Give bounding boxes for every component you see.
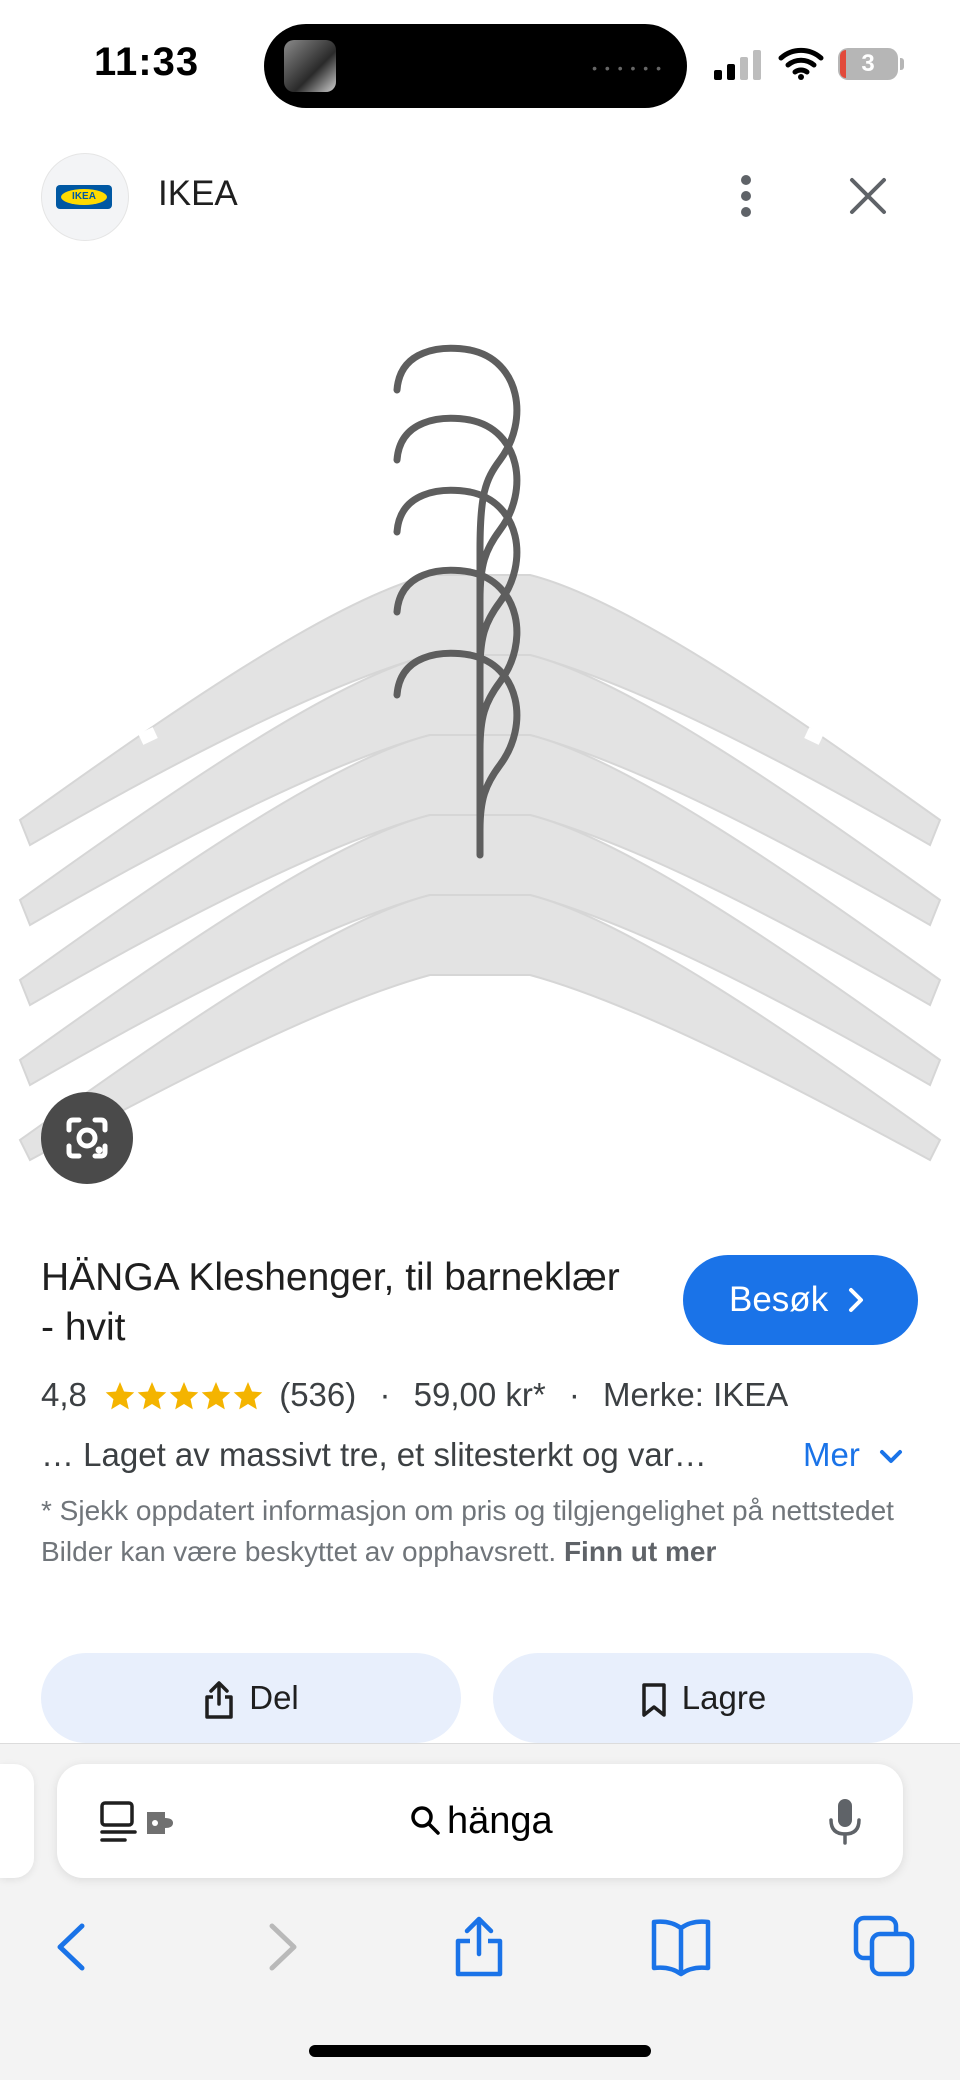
save-label: Lagre <box>681 1679 767 1716</box>
star-icon <box>105 1382 135 1410</box>
lens-icon <box>66 1117 108 1159</box>
share-icon[interactable] <box>446 1914 512 1980</box>
bookmarks-icon[interactable] <box>648 1914 714 1980</box>
ikea-logo: IKEA <box>56 185 112 209</box>
chevron-right-icon <box>849 1288 863 1312</box>
result-header: IKEA IKEA <box>0 150 960 246</box>
waveform-icon: • • • • • • <box>592 60 663 76</box>
product-snippet: … Laget av massivt tre, et slitesterkt o… <box>41 1436 707 1473</box>
visit-label: Besøk <box>729 1280 829 1319</box>
status-bar: 11:33 • • • • • • 3 <box>0 0 960 130</box>
address-bar[interactable]: hänga <box>57 1764 903 1878</box>
share-label: Del <box>249 1679 299 1716</box>
wifi-icon <box>778 47 824 80</box>
bookmark-icon <box>642 1683 666 1718</box>
status-time: 11:33 <box>94 40 200 84</box>
signal-icon <box>714 50 761 80</box>
site-logo[interactable]: IKEA <box>41 153 129 241</box>
page-menu-icon[interactable] <box>99 1800 183 1844</box>
rating-stars <box>104 1378 264 1412</box>
learn-more-link[interactable]: Finn ut mer <box>564 1536 716 1567</box>
share-icon <box>205 1681 233 1720</box>
more-label: Mer <box>803 1436 860 1473</box>
rating-value: 4,8 <box>41 1376 87 1414</box>
visit-button[interactable]: Besøk <box>683 1255 918 1345</box>
battery-icon: 3 <box>838 48 904 80</box>
more-vertical-icon[interactable] <box>734 172 758 220</box>
brand: Merke: IKEA <box>603 1376 789 1414</box>
forward-icon[interactable] <box>248 1914 314 1980</box>
price: 59,00 kr* <box>413 1376 546 1414</box>
search-icon <box>411 1806 440 1835</box>
now-playing-thumbnail <box>284 40 336 92</box>
chevron-down-icon <box>880 1450 903 1464</box>
close-icon[interactable] <box>846 174 890 218</box>
dynamic-island[interactable]: • • • • • • <box>264 24 687 108</box>
star-icon <box>233 1382 263 1410</box>
browser-toolbar: hänga <box>0 1743 960 2080</box>
microphone-icon[interactable] <box>827 1796 863 1846</box>
review-count[interactable]: (536) <box>279 1372 356 1418</box>
back-icon[interactable] <box>40 1914 106 1980</box>
more-button[interactable]: Mer <box>803 1432 903 1478</box>
battery-level: 3 <box>861 50 875 77</box>
previous-tab-preview[interactable] <box>0 1764 34 1878</box>
star-icon <box>137 1382 167 1410</box>
star-icon <box>169 1382 199 1410</box>
star-icon <box>201 1382 231 1410</box>
product-title[interactable]: HÄNGA Kleshenger, til barneklær - hvit <box>41 1253 641 1353</box>
separator: · <box>379 1376 391 1414</box>
home-indicator[interactable] <box>309 2045 651 2057</box>
disclaimer: * Sjekk oppdatert informasjon om pris og… <box>41 1490 901 1572</box>
product-image[interactable] <box>0 300 960 1200</box>
disclaimer-text: * Sjekk oppdatert informasjon om pris og… <box>41 1495 894 1567</box>
product-meta: 4,8 (536) · 59,00 kr* · Merke: IKEA <box>41 1370 788 1416</box>
site-name[interactable]: IKEA <box>158 174 238 214</box>
separator: · <box>568 1376 580 1414</box>
tabs-icon[interactable] <box>852 1914 918 1980</box>
search-query: hänga <box>447 1800 553 1842</box>
google-lens-button[interactable] <box>41 1092 133 1184</box>
share-button[interactable]: Del <box>41 1653 461 1743</box>
save-button[interactable]: Lagre <box>493 1653 913 1743</box>
